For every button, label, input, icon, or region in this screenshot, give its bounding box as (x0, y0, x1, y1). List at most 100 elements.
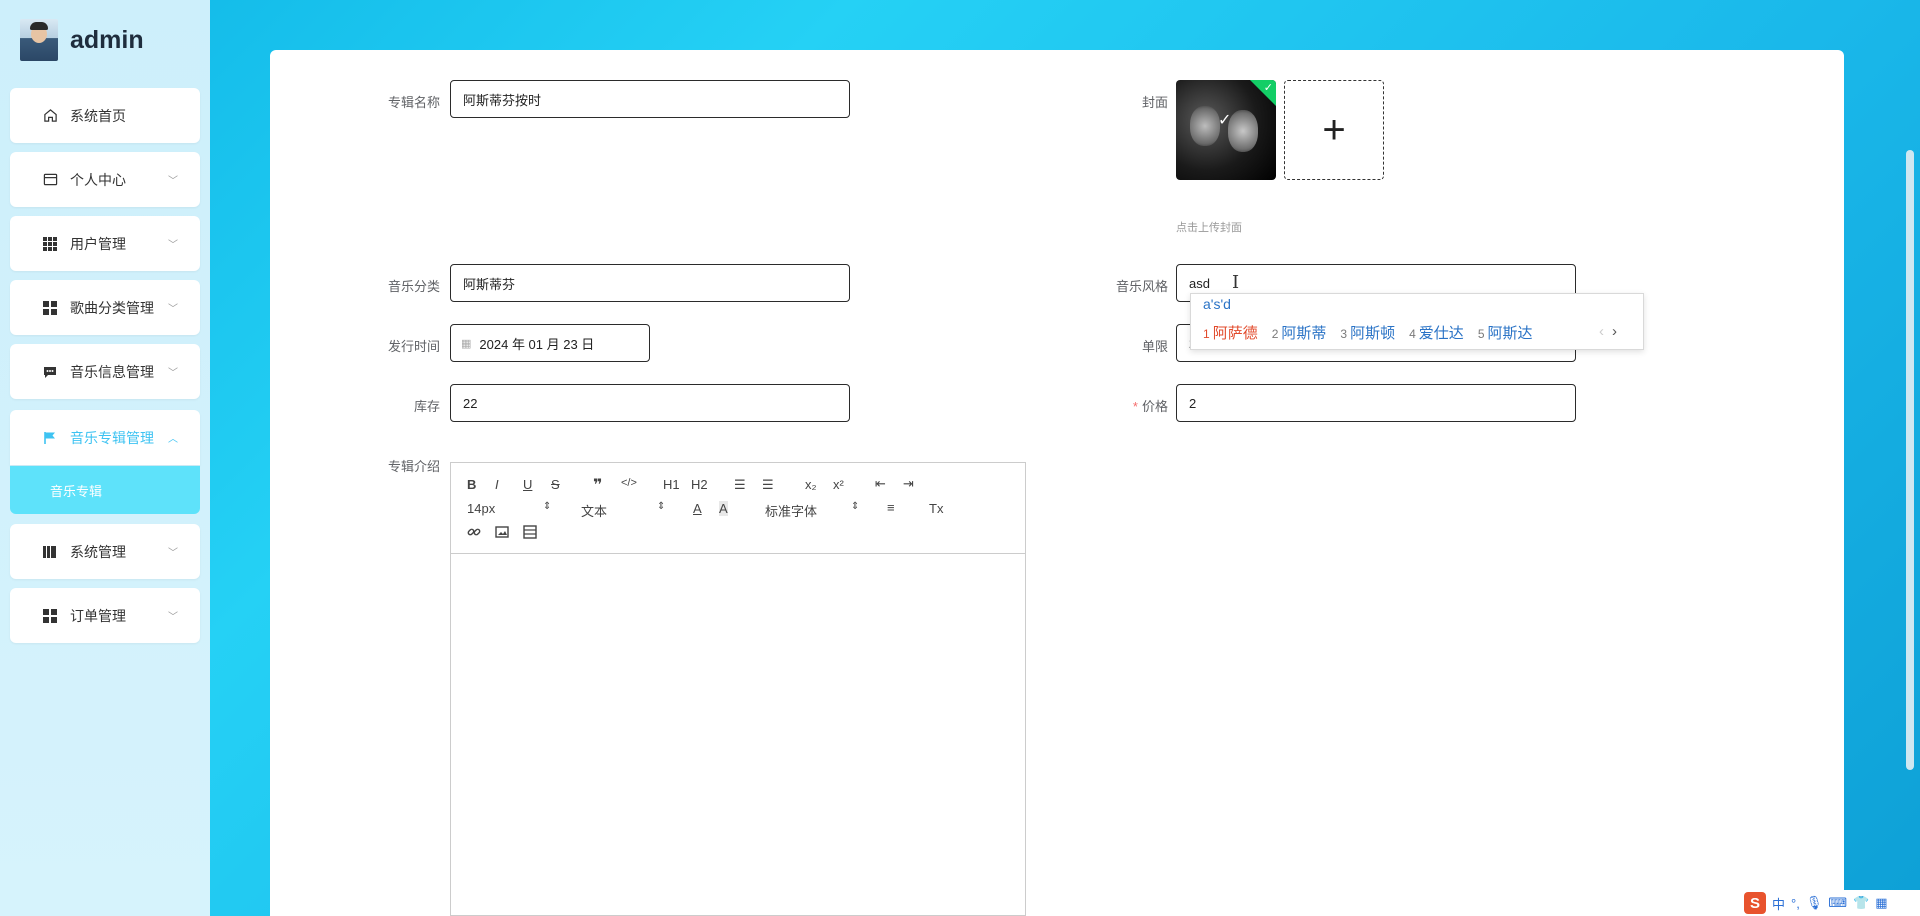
code-block-button[interactable]: </> (621, 477, 637, 489)
sidebar-subitem-album[interactable]: 音乐专辑 (10, 466, 200, 514)
user-name: admin (70, 25, 144, 54)
sidebar-item-users[interactable]: 用户管理 ﹀ (10, 216, 200, 271)
font-size-select[interactable]: 14px (467, 501, 495, 516)
limit-label: 单限 (1141, 339, 1168, 354)
text-cursor-icon: I (1232, 272, 1240, 293)
sidebar-item-song-category[interactable]: 歌曲分类管理 ﹀ (10, 280, 200, 335)
ime-candidate-number: 2 (1271, 327, 1279, 341)
sogou-logo-icon[interactable]: S (1744, 892, 1766, 914)
ime-candidate-text: 爱仕达 (1418, 325, 1464, 342)
cover-label: 封面 (1141, 95, 1168, 110)
text-type-select[interactable]: 文本 (581, 501, 607, 520)
sidebar: admin 系统首页 个人中心 ﹀ 用户管理 ﹀ 歌曲分类管理 ﹀ 音乐信息管理… (0, 0, 210, 916)
flag-icon (42, 430, 58, 446)
skin-icon[interactable]: 👕 (1853, 895, 1869, 911)
book-icon (42, 544, 58, 560)
ime-candidate[interactable]: 4 爱仕达 (1409, 322, 1464, 343)
ime-next-icon[interactable]: › (1612, 323, 1617, 340)
ime-prev-icon[interactable]: ‹ (1599, 323, 1604, 340)
ime-pinyin: a's'd (1203, 296, 1231, 312)
release-date-picker[interactable]: ▦ 2024 年 01 月 23 日 (450, 324, 650, 362)
ime-status-bar: S 中 °, 🎙 ⌨ 👕 ▦ (1742, 890, 1920, 916)
ime-candidate-text: 阿萨德 (1212, 325, 1258, 342)
italic-button[interactable]: I (495, 477, 499, 492)
upload-tip: 点击上传封面 (1176, 222, 1242, 234)
cover-image-figure (1228, 110, 1258, 152)
ime-candidate[interactable]: 1 阿萨德 (1203, 322, 1258, 343)
cover-thumbnail[interactable]: ✓ ✓ (1176, 80, 1276, 180)
rich-text-editor: B I U S ❞ </> H1 H2 ☰ ☰ x₂ x² ⇤ ⇥ 14px ⇕… (450, 462, 1026, 916)
grid-icon (42, 300, 58, 316)
ime-language[interactable]: 中 (1772, 894, 1785, 913)
ordered-list-button[interactable]: ☰ (734, 477, 746, 493)
select-arrows-icon: ⇕ (851, 501, 860, 512)
ime-candidate-text: 阿斯顿 (1350, 325, 1396, 342)
ime-pager: ‹ › (1599, 323, 1617, 340)
upload-cover-button[interactable]: + (1284, 80, 1384, 180)
ime-candidate[interactable]: 5 阿斯达 (1478, 322, 1533, 343)
chevron-down-icon: ﹀ (168, 240, 178, 251)
image-icon[interactable] (495, 525, 509, 542)
ime-candidate-number: 5 (1477, 327, 1485, 341)
link-icon[interactable] (467, 525, 481, 542)
sidebar-item-label: 系统管理 (70, 543, 126, 560)
avatar[interactable] (20, 19, 58, 61)
sidebar-item-album[interactable]: 音乐专辑管理 ︿ (10, 410, 200, 465)
sidebar-item-system[interactable]: 系统管理 ﹀ (10, 524, 200, 579)
sidebar-item-orders[interactable]: 订单管理 ﹀ (10, 588, 200, 643)
editor-content[interactable] (451, 554, 1025, 916)
ime-candidate-window: a's'd 1 阿萨德 2 阿斯蒂 3 阿斯顿 4 爱仕达 5 阿斯达 ‹ › (1190, 293, 1644, 350)
ime-candidate[interactable]: 2 阿斯蒂 (1272, 322, 1327, 343)
outdent-button[interactable]: ⇤ (875, 476, 886, 492)
price-input[interactable]: 2 (1176, 384, 1576, 422)
align-button[interactable]: ≡ (887, 500, 895, 515)
sidebar-item-label: 订单管理 (70, 607, 126, 624)
ime-punctuation[interactable]: °, (1791, 896, 1800, 911)
superscript-button[interactable]: x² (833, 477, 844, 492)
ime-candidate[interactable]: 3 阿斯顿 (1340, 322, 1395, 343)
user-profile: admin (20, 18, 144, 62)
microphone-icon[interactable]: 🎙 (1806, 895, 1823, 911)
header1-button[interactable]: H1 (663, 477, 680, 492)
intro-label: 专辑介绍 (387, 459, 440, 474)
grid-icon (42, 236, 58, 252)
font-color-button[interactable]: A (693, 501, 702, 516)
style-label: 音乐风格 (1115, 279, 1168, 294)
required-mark: * (1132, 399, 1138, 414)
plus-icon: + (1322, 108, 1346, 152)
header2-button[interactable]: H2 (691, 477, 708, 492)
indent-button[interactable]: ⇥ (903, 476, 914, 492)
keyboard-icon[interactable]: ⌨ (1828, 895, 1847, 911)
subscript-button[interactable]: x₂ (805, 477, 817, 492)
bold-button[interactable]: B (467, 477, 476, 492)
sidebar-subitem-label: 音乐专辑 (50, 483, 103, 499)
underline-button[interactable]: U (523, 477, 532, 492)
video-icon[interactable] (523, 525, 537, 542)
category-input[interactable]: 阿斯蒂芬 (450, 264, 850, 302)
ime-candidates: 1 阿萨德 2 阿斯蒂 3 阿斯顿 4 爱仕达 5 阿斯达 (1203, 322, 1533, 343)
ime-candidate-number: 1 (1203, 327, 1210, 341)
blockquote-button[interactable]: ❞ (593, 475, 602, 495)
check-icon: ✓ (1218, 112, 1232, 129)
font-family-select[interactable]: 标准字体 (765, 501, 817, 520)
ime-candidate-number: 4 (1409, 327, 1416, 341)
ime-candidate-text: 阿斯蒂 (1281, 325, 1327, 342)
clear-format-button[interactable]: Tx (929, 501, 943, 516)
select-arrows-icon: ⇕ (543, 501, 552, 512)
background-color-button[interactable]: A (719, 501, 728, 516)
strike-button[interactable]: S (551, 477, 560, 492)
sidebar-item-home[interactable]: 系统首页 (10, 88, 200, 143)
page-scrollbar[interactable] (1906, 150, 1914, 770)
toolbox-icon[interactable]: ▦ (1875, 895, 1887, 911)
release-date-value: 2024 年 01 月 23 日 (479, 336, 595, 352)
chat-icon (42, 364, 58, 380)
stock-input[interactable]: 22 (450, 384, 850, 422)
bullet-list-button[interactable]: ☰ (762, 477, 774, 493)
ime-candidate-text: 阿斯达 (1487, 325, 1533, 342)
album-name-input[interactable]: 阿斯蒂芬按时 (450, 80, 850, 118)
sidebar-item-music-info[interactable]: 音乐信息管理 ﹀ (10, 344, 200, 399)
sidebar-item-profile[interactable]: 个人中心 ﹀ (10, 152, 200, 207)
calendar-icon: ▦ (461, 337, 472, 350)
home-icon (42, 108, 58, 124)
album-name-label: 专辑名称 (387, 95, 440, 110)
